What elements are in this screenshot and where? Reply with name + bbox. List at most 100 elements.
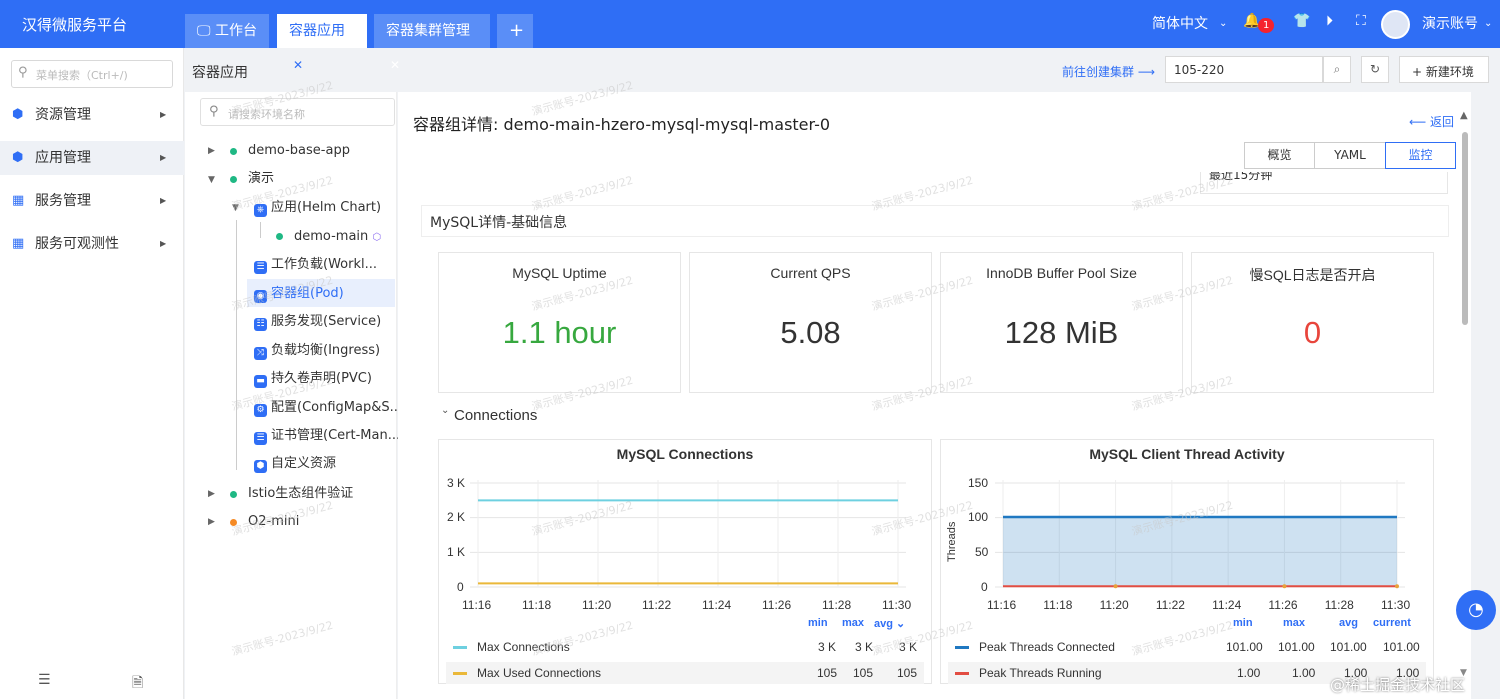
view-overview-button[interactable]: 概览: [1244, 142, 1315, 169]
caret-right-icon[interactable]: ▶: [208, 517, 215, 527]
sidebar-item-app[interactable]: ⬢ 应用管理 ▶: [0, 141, 184, 175]
language-select[interactable]: 简体中文: [1152, 13, 1208, 33]
expand-icon[interactable]: ⛶: [1356, 13, 1366, 29]
goto-create-cluster-link[interactable]: 前往创建集群 ⟶: [1062, 63, 1155, 80]
document-icon[interactable]: 🗎: [132, 672, 143, 696]
stat-label: Current QPS: [770, 265, 851, 281]
shirt-icon[interactable]: 👕: [1293, 13, 1310, 29]
status-dot: [230, 148, 237, 155]
account-menu[interactable]: 演示账号: [1422, 13, 1478, 33]
y-tick-label: 0: [457, 580, 464, 594]
node-label: 工作负载(Workl...: [271, 257, 377, 272]
legend-min: 1.00: [1237, 666, 1261, 680]
divider: [421, 236, 1449, 237]
back-label: 返回: [1430, 115, 1455, 129]
chevron-down-icon[interactable]: ⌄: [1484, 18, 1492, 29]
node-label: 证书管理(Cert-Man...: [271, 428, 401, 443]
scroll-up-icon[interactable]: ▲: [1460, 110, 1468, 121]
legend-header-max[interactable]: max: [842, 617, 864, 629]
legend-header-avg[interactable]: avg ⌄: [874, 617, 905, 630]
tab-container-app[interactable]: 容器应用✕: [277, 14, 367, 72]
time-range-select[interactable]: 最近15分钟: [1200, 172, 1448, 194]
scrollbar-thumb[interactable]: [1462, 132, 1468, 325]
menu-search-input[interactable]: ⚲ 菜单搜索（Ctrl+/): [11, 60, 173, 88]
assistant-float-button[interactable]: ◔: [1456, 590, 1496, 630]
play-circle-icon[interactable]: ⏵: [1326, 13, 1333, 29]
tab-cluster-manage[interactable]: 容器集群管理✕: [374, 14, 490, 72]
collapse-menu-icon[interactable]: ☰: [38, 672, 51, 688]
plus-icon: +: [1412, 65, 1423, 79]
cluster-search-icon[interactable]: ⌕: [1323, 56, 1351, 83]
sidebar-item-service[interactable]: ▦ 服务管理 ▶: [0, 184, 184, 218]
view-yaml-button[interactable]: YAML: [1314, 142, 1386, 169]
caret-down-icon[interactable]: ▼: [208, 175, 215, 185]
legend-header-current[interactable]: current: [1373, 617, 1411, 629]
y-tick-label: 50: [975, 545, 989, 559]
legend-series-name[interactable]: Peak Threads Running: [979, 666, 1102, 680]
legend-header-min[interactable]: min: [808, 617, 828, 629]
grid-icon: ▦: [12, 236, 25, 251]
refresh-icon[interactable]: ↻: [1361, 56, 1389, 83]
tree-node-cert[interactable]: ☰ 证书管理(Cert-Man...: [254, 423, 400, 449]
sidebar-item-label: 服务管理: [35, 193, 91, 209]
x-tick-label: 11:20: [1099, 598, 1129, 612]
x-tick-label: 11:18: [522, 598, 552, 612]
new-env-button[interactable]: + 新建环境: [1399, 56, 1489, 83]
tree-node-ingress[interactable]: ⤨ 负载均衡(Ingress): [254, 338, 380, 364]
stat-value: 0: [1303, 315, 1322, 350]
caret-right-icon[interactable]: ▶: [208, 489, 215, 499]
service-icon: ☷: [254, 318, 267, 331]
view-monitor-button[interactable]: 监控: [1385, 142, 1456, 169]
workload-icon: ☰: [254, 261, 267, 274]
tree-node-service[interactable]: ☷ 服务发现(Service): [254, 309, 381, 335]
tree-node-demo-main[interactable]: demo-main ⬡: [294, 224, 381, 250]
storage-icon: ▬: [254, 375, 267, 388]
sidebar-item-observability[interactable]: ▦ 服务可观测性 ▶: [0, 227, 184, 261]
tab-label: 工作台: [214, 23, 257, 39]
chevron-down-icon: ⌄: [896, 618, 906, 630]
tree-guide-line: [260, 222, 261, 238]
legend-swatch: [453, 646, 467, 649]
y-tick-label: 1 K: [447, 545, 466, 559]
legend-header-max[interactable]: max: [1283, 617, 1305, 629]
y-tick-label: 2 K: [447, 510, 466, 524]
legend-max: 101.00: [1278, 640, 1315, 654]
sidebar-item-resource[interactable]: ⬢ 资源管理 ▶: [0, 98, 184, 132]
chevron-down-icon[interactable]: ⌄: [1219, 18, 1227, 29]
top-bar: 汉得微服务平台 🖵 工作台 容器应用✕ 容器集群管理✕ + 简体中文 ⌄ 🔔 1…: [0, 0, 1500, 72]
tree-node-demo-base-app[interactable]: demo-base-app: [248, 138, 350, 164]
tree-node-custom-resource[interactable]: ⬢ 自定义资源: [254, 451, 336, 477]
tree-guide-line: [236, 220, 237, 470]
connections-section-title[interactable]: Connections: [454, 407, 537, 424]
tree-node-istio[interactable]: Istio生态组件验证: [248, 481, 353, 507]
legend-series-name[interactable]: Max Used Connections: [477, 666, 601, 680]
node-label: 应用(Helm Chart): [271, 200, 382, 215]
x-tick-label: 11:20: [582, 598, 612, 612]
avatar[interactable]: [1381, 10, 1410, 39]
legend-header-min[interactable]: min: [1233, 617, 1253, 629]
tab-label: 容器集群管理: [386, 23, 470, 39]
y-tick-label: 3 K: [447, 476, 466, 490]
page-title: 容器应用: [192, 65, 248, 81]
legend-max: 105: [853, 666, 874, 680]
env-search-input[interactable]: ⚲ 请搜索环境名称: [200, 98, 395, 126]
grid-icon: ▦: [12, 193, 25, 208]
caret-right-icon: ▶: [160, 196, 167, 205]
basic-info-title: MySQL详情-基础信息: [430, 215, 568, 231]
cube-icon: ⬢: [12, 107, 24, 122]
x-tick-label: 11:24: [702, 598, 732, 612]
app-badge-icon: ⬡: [372, 232, 382, 243]
add-tab-button[interactable]: +: [497, 14, 533, 48]
stat-card-qps: Current QPS 5.08: [689, 252, 932, 393]
caret-right-icon[interactable]: ▶: [208, 146, 215, 156]
x-tick-label: 11:16: [987, 598, 1017, 612]
tab-workbench[interactable]: 🖵 工作台: [185, 14, 269, 48]
cluster-select[interactable]: 105-220: [1165, 56, 1323, 83]
node-label: 负载均衡(Ingress): [271, 343, 381, 358]
chevron-down-icon[interactable]: ⌄: [441, 405, 449, 416]
tree-node-workload[interactable]: ☰ 工作负载(Workl...: [254, 252, 377, 278]
legend-series-name[interactable]: Peak Threads Connected: [979, 640, 1115, 654]
back-link[interactable]: ⟵ 返回: [1409, 113, 1454, 130]
node-label: demo-main: [294, 229, 369, 244]
legend-header-avg[interactable]: avg: [1339, 617, 1358, 629]
